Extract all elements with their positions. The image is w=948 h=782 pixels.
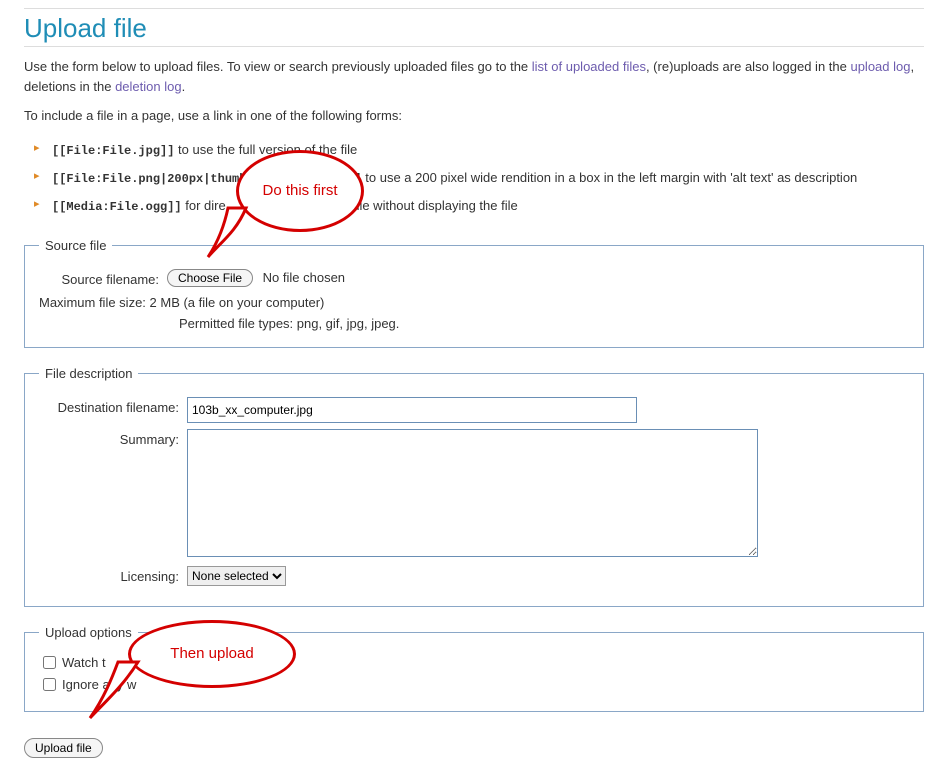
- wikicode-file-thumb: [[File:File.png|200px|thumb|left|alt tex…: [52, 172, 362, 186]
- watch-label: Watch t: [62, 655, 106, 670]
- intro-text-4: .: [182, 79, 186, 94]
- wikicode-media: [[Media:File.ogg]]: [52, 200, 182, 214]
- permitted-types-note: Permitted file types: png, gif, jpg, jpe…: [179, 316, 909, 331]
- summary-textarea[interactable]: [187, 429, 758, 557]
- top-divider: [24, 8, 924, 9]
- intro-paragraph: Use the form below to upload files. To v…: [24, 57, 924, 96]
- link-upload-log[interactable]: upload log: [850, 59, 910, 74]
- destination-filename-input[interactable]: [187, 397, 637, 423]
- choose-file-button[interactable]: Choose File: [167, 269, 253, 287]
- item3-desc-a: for dire: [182, 198, 226, 213]
- no-file-chosen-text: No file chosen: [263, 270, 345, 285]
- watch-checkbox[interactable]: [43, 656, 56, 669]
- licensing-select[interactable]: None selected: [187, 566, 286, 586]
- item2-desc: to use a 200 pixel wide rendition in a b…: [362, 170, 858, 185]
- link-deletion-log[interactable]: deletion log: [115, 79, 182, 94]
- ignore-warnings-checkbox[interactable]: [43, 678, 56, 691]
- item3-desc-b: file without displaying the file: [353, 198, 518, 213]
- file-description-fieldset: File description Destination filename: S…: [24, 366, 924, 607]
- wikicode-file-full: [[File:File.jpg]]: [52, 144, 174, 158]
- list-item: [[File:File.jpg]] to use the full versio…: [34, 136, 924, 164]
- source-file-legend: Source file: [39, 238, 112, 253]
- max-size-note: Maximum file size: 2 MB (a file on your …: [39, 295, 909, 310]
- link-list-of-uploaded-files[interactable]: list of uploaded files: [532, 59, 646, 74]
- intro-text-1: Use the form below to upload files. To v…: [24, 59, 532, 74]
- destination-filename-label: Destination filename:: [39, 397, 187, 415]
- include-intro: To include a file in a page, use a link …: [24, 106, 924, 126]
- upload-options-fieldset: Upload options Watch t Ignore any w: [24, 625, 924, 712]
- item1-desc: to use the full version of the file: [174, 142, 357, 157]
- source-file-fieldset: Source file Source filename: Choose File…: [24, 238, 924, 348]
- licensing-label: Licensing:: [39, 566, 187, 584]
- page-title: Upload file: [24, 13, 924, 47]
- link-forms-list: [[File:File.jpg]] to use the full versio…: [24, 136, 924, 220]
- intro-text-2: , (re)uploads are also logged in the: [646, 59, 851, 74]
- upload-file-button[interactable]: Upload file: [24, 738, 103, 758]
- summary-label: Summary:: [39, 429, 187, 447]
- upload-options-legend: Upload options: [39, 625, 138, 640]
- ignore-warnings-label: Ignore any w: [62, 677, 136, 692]
- list-item: [[Media:File.ogg]] for dire file without…: [34, 192, 924, 220]
- source-filename-label: Source filename:: [39, 269, 167, 287]
- cursor-icon: ↖: [240, 200, 252, 217]
- file-description-legend: File description: [39, 366, 138, 381]
- list-item: [[File:File.png|200px|thumb|left|alt tex…: [34, 164, 924, 192]
